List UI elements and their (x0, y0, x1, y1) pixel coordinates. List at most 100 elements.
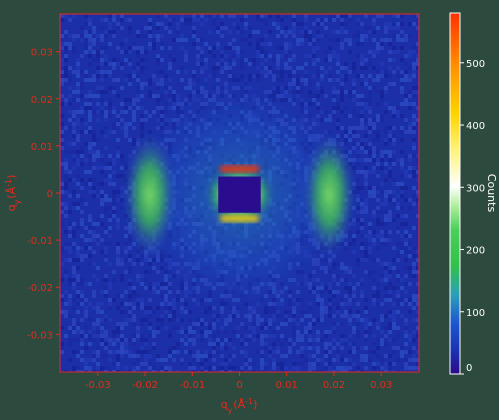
noise-pixel (84, 306, 88, 310)
noise-pixel (352, 250, 356, 254)
noise-pixel (204, 66, 208, 70)
noise-pixel (224, 26, 228, 30)
noise-pixel (76, 350, 80, 354)
noise-pixel (116, 294, 120, 298)
noise-pixel (64, 246, 68, 250)
noise-pixel (212, 22, 216, 26)
noise-pixel (68, 222, 72, 226)
noise-pixel (112, 30, 116, 34)
noise-pixel (332, 54, 336, 58)
noise-pixel (228, 342, 232, 346)
noise-pixel (132, 54, 136, 58)
noise-pixel (384, 230, 388, 234)
noise-pixel (364, 274, 368, 278)
noise-pixel (400, 250, 404, 254)
noise-pixel (300, 350, 304, 354)
noise-pixel (92, 130, 96, 134)
noise-pixel (380, 42, 384, 46)
x-axis-label: qy(Å-1) (221, 397, 258, 415)
noise-pixel (160, 294, 164, 298)
noise-pixel (76, 266, 80, 270)
noise-pixel (372, 210, 376, 214)
noise-pixel (264, 22, 268, 26)
noise-pixel (84, 38, 88, 42)
noise-pixel (108, 166, 112, 170)
noise-pixel (368, 238, 372, 242)
noise-pixel (156, 326, 160, 330)
noise-pixel (144, 350, 148, 354)
noise-pixel (100, 114, 104, 118)
noise-pixel (204, 322, 208, 326)
noise-pixel (80, 146, 84, 150)
noise-pixel (120, 14, 124, 18)
noise-pixel (328, 34, 332, 38)
noise-pixel (408, 314, 412, 318)
noise-pixel (152, 38, 156, 42)
noise-pixel (72, 190, 76, 194)
noise-pixel (140, 350, 144, 354)
noise-pixel (364, 214, 368, 218)
noise-pixel (400, 78, 404, 82)
noise-pixel (88, 222, 92, 226)
noise-pixel (332, 326, 336, 330)
noise-pixel (388, 150, 392, 154)
noise-pixel (132, 42, 136, 46)
noise-pixel (92, 238, 96, 242)
noise-pixel (236, 334, 240, 338)
noise-pixel (124, 78, 128, 82)
noise-pixel (344, 30, 348, 34)
noise-pixel (212, 54, 216, 58)
noise-pixel (276, 362, 280, 366)
noise-pixel (116, 326, 120, 330)
noise-pixel (348, 42, 352, 46)
noise-pixel (244, 14, 248, 18)
x-axis: -0.03 -0.02 -0.01 0 0.01 0.02 0.03 (85, 372, 392, 391)
noise-pixel (192, 318, 196, 322)
noise-pixel (388, 174, 392, 178)
noise-pixel (100, 214, 104, 218)
noise-pixel (200, 62, 204, 66)
noise-pixel (60, 274, 64, 278)
noise-pixel (172, 326, 176, 330)
noise-pixel (340, 350, 344, 354)
noise-pixel (240, 30, 244, 34)
noise-pixel (108, 182, 112, 186)
noise-pixel (124, 346, 128, 350)
noise-pixel (72, 234, 76, 238)
noise-pixel (76, 58, 80, 62)
noise-pixel (280, 322, 284, 326)
noise-pixel (204, 354, 208, 358)
noise-pixel (160, 366, 164, 370)
noise-pixel (64, 230, 68, 234)
noise-pixel (124, 38, 128, 42)
noise-pixel (404, 170, 408, 174)
noise-pixel (112, 110, 116, 114)
noise-pixel (352, 134, 356, 138)
noise-pixel (244, 38, 248, 42)
noise-pixel (184, 46, 188, 50)
noise-pixel (60, 94, 64, 98)
noise-pixel (320, 338, 324, 342)
noise-pixel (356, 54, 360, 58)
noise-pixel (316, 18, 320, 22)
noise-pixel (388, 250, 392, 254)
noise-pixel (136, 74, 140, 78)
noise-pixel (248, 34, 252, 38)
noise-pixel (372, 170, 376, 174)
noise-pixel (400, 222, 404, 226)
noise-pixel (368, 270, 372, 274)
noise-pixel (312, 70, 316, 74)
noise-pixel (88, 50, 92, 54)
noise-pixel (376, 118, 380, 122)
noise-pixel (168, 86, 172, 90)
noise-pixel (108, 22, 112, 26)
noise-pixel (360, 58, 364, 62)
noise-pixel (392, 246, 396, 250)
noise-pixel (152, 74, 156, 78)
noise-pixel (356, 334, 360, 338)
noise-pixel (72, 126, 76, 130)
noise-pixel (108, 26, 112, 30)
noise-pixel (364, 230, 368, 234)
noise-pixel (264, 34, 268, 38)
noise-pixel (148, 14, 152, 18)
